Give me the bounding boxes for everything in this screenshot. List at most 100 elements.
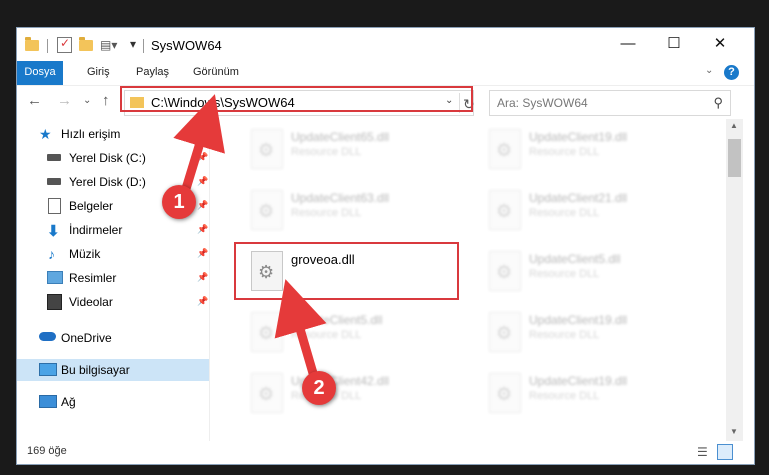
- ribbon-tabs: Dosya Giriş Paylaş Görünüm ⌄ ?: [17, 61, 754, 85]
- scrollbar-thumb[interactable]: [728, 139, 741, 177]
- sidebar-item-downloads[interactable]: ⬇ İndirmeler 📌: [17, 219, 209, 241]
- close-button[interactable]: ✕: [697, 28, 743, 60]
- pin-icon[interactable]: 📌: [197, 200, 208, 211]
- back-arrow-icon[interactable]: ←: [27, 92, 42, 109]
- dll-file-icon: [489, 190, 521, 230]
- navigation-pane: ★ Hızlı erişim Yerel Disk (C:) 📌 Yerel D…: [17, 119, 209, 441]
- sidebar-item-videos[interactable]: Videolar 📌: [17, 291, 209, 313]
- new-folder-icon[interactable]: [79, 37, 93, 51]
- expand-ribbon-icon[interactable]: ⌄: [705, 65, 713, 76]
- star-icon: ★: [39, 126, 52, 142]
- pane-divider[interactable]: [209, 119, 210, 441]
- sidebar-item-label: İndirmeler: [69, 223, 123, 237]
- file-name: UpdateClient19.dll: [529, 313, 628, 327]
- drive-icon: [47, 178, 61, 185]
- title-bar: ✓ ▤▾ ▾ SysWOW64 — ☐ ✕: [17, 28, 754, 61]
- tab-share[interactable]: Paylaş: [136, 61, 169, 85]
- file-type: Resource DLL: [291, 329, 362, 341]
- music-icon: ♪: [48, 246, 55, 262]
- separator: [143, 39, 144, 53]
- tab-view[interactable]: Görünüm: [193, 61, 239, 85]
- file-item[interactable]: UpdateClient19.dll Resource DLL: [477, 365, 697, 421]
- dll-file-icon: [251, 190, 283, 230]
- properties-icon[interactable]: ✓: [57, 36, 72, 53]
- window-title: SysWOW64: [151, 38, 222, 53]
- file-type: Resource DLL: [529, 207, 600, 219]
- file-item[interactable]: UpdateClient65.dll Resource DLL: [239, 121, 459, 177]
- file-type: Resource DLL: [529, 390, 600, 402]
- folder-icon: [25, 37, 39, 51]
- dll-file-icon: [489, 251, 521, 291]
- file-type: Resource DLL: [529, 268, 600, 280]
- file-type: Resource DLL: [529, 146, 600, 158]
- sidebar-item-quick-access[interactable]: ★ Hızlı erişim: [17, 123, 209, 145]
- sidebar-item-pictures[interactable]: Resimler 📌: [17, 267, 209, 289]
- file-item[interactable]: UpdateClient42.dll Resource DLL: [239, 365, 459, 421]
- large-icons-view-icon[interactable]: [717, 444, 733, 460]
- download-icon: ⬇: [47, 223, 60, 240]
- maximize-button[interactable]: ☐: [651, 28, 697, 60]
- sidebar-item-onedrive[interactable]: OneDrive: [17, 327, 209, 349]
- pin-icon[interactable]: 📌: [197, 224, 208, 235]
- customize-toolbar-icon[interactable]: ▤▾: [100, 38, 117, 54]
- file-item[interactable]: UpdateClient21.dll Resource DLL: [477, 182, 697, 238]
- vertical-scrollbar[interactable]: ▲ ▼: [726, 119, 743, 441]
- file-item[interactable]: UpdateClient19.dll Resource DLL: [477, 121, 697, 177]
- pin-icon[interactable]: 📌: [197, 272, 208, 283]
- up-arrow-icon[interactable]: ↑: [102, 92, 110, 109]
- file-item[interactable]: UpdateClient63.dll Resource DLL: [239, 182, 459, 238]
- file-item[interactable]: UpdateClient19.dll Resource DLL: [477, 304, 697, 360]
- dll-file-icon: [251, 129, 283, 169]
- file-name: UpdateClient5.dll: [291, 313, 383, 327]
- dll-file-icon: [489, 312, 521, 352]
- file-type: Resource DLL: [291, 146, 362, 158]
- tab-home[interactable]: Giriş: [87, 61, 110, 85]
- sidebar-item-this-pc[interactable]: Bu bilgisayar: [17, 359, 209, 381]
- sidebar-item-label: Resimler: [69, 271, 117, 285]
- dll-file-icon: [489, 129, 521, 169]
- file-type: Resource DLL: [529, 329, 600, 341]
- sidebar-item-local-disk-c[interactable]: Yerel Disk (C:) 📌: [17, 147, 209, 169]
- separator: [47, 39, 48, 53]
- dll-file-icon: [489, 373, 521, 413]
- step-badge-1: 1: [162, 185, 196, 219]
- file-name: UpdateClient19.dll: [529, 374, 628, 388]
- status-bar: 169 öğe ☰: [17, 441, 754, 464]
- sidebar-item-label: Videolar: [69, 295, 113, 309]
- tab-file[interactable]: Dosya: [17, 61, 63, 85]
- sidebar-item-network[interactable]: Ağ: [17, 391, 209, 413]
- sidebar-item-label: Yerel Disk (C:): [69, 151, 146, 165]
- search-placeholder: Ara: SysWOW64: [497, 96, 588, 110]
- pin-icon[interactable]: 📌: [197, 248, 208, 259]
- quick-access-dropdown-icon[interactable]: ▾: [130, 37, 136, 53]
- help-icon[interactable]: ?: [724, 65, 739, 80]
- network-icon: [39, 395, 57, 408]
- search-icon[interactable]: ⚲: [713, 95, 723, 111]
- recent-locations-icon[interactable]: ⌄: [83, 95, 91, 106]
- search-input[interactable]: Ara: SysWOW64 ⚲: [489, 90, 731, 116]
- sidebar-item-label: Hızlı erişim: [61, 127, 121, 141]
- details-view-icon[interactable]: ☰: [697, 445, 708, 459]
- file-item[interactable]: UpdateClient5.dll Resource DLL: [477, 243, 697, 299]
- step-badge-2: 2: [302, 371, 336, 405]
- scroll-up-icon[interactable]: ▲: [730, 121, 738, 130]
- drive-icon: [47, 154, 61, 161]
- sidebar-item-music[interactable]: ♪ Müzik 📌: [17, 243, 209, 265]
- sidebar-item-label: OneDrive: [61, 331, 112, 345]
- cloud-icon: [39, 332, 56, 341]
- pin-icon[interactable]: 📌: [197, 296, 208, 307]
- forward-arrow-icon[interactable]: →: [57, 92, 72, 109]
- pin-icon[interactable]: 📌: [197, 152, 208, 163]
- file-item[interactable]: UpdateClient5.dll Resource DLL: [239, 304, 459, 360]
- file-highlight-box: [234, 242, 459, 300]
- address-highlight-box: [120, 86, 473, 112]
- sidebar-item-label: Bu bilgisayar: [61, 363, 130, 377]
- file-name: UpdateClient19.dll: [529, 130, 628, 144]
- file-type: Resource DLL: [291, 207, 362, 219]
- pin-icon[interactable]: 📌: [197, 176, 208, 187]
- file-name: UpdateClient21.dll: [529, 191, 628, 205]
- scroll-down-icon[interactable]: ▼: [730, 427, 738, 436]
- file-name: UpdateClient63.dll: [291, 191, 390, 205]
- minimize-button[interactable]: —: [605, 28, 651, 60]
- sidebar-item-label: Belgeler: [69, 199, 114, 213]
